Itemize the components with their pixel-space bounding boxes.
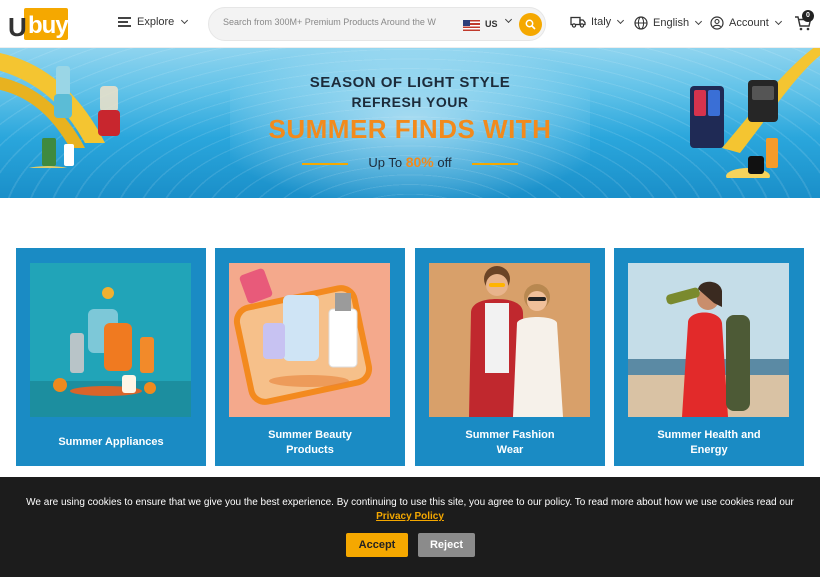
banner-discount: Up To 80% off	[0, 154, 820, 170]
category-label-line-1: Summer Beauty	[268, 429, 352, 441]
country-selector[interactable]: US	[485, 19, 498, 29]
account-menu[interactable]: Account	[710, 16, 782, 30]
account-label: Account	[729, 17, 769, 29]
discount-prefix: Up To	[368, 155, 403, 170]
top-header: U buy Explore US Italy	[0, 0, 820, 48]
search-input[interactable]	[223, 17, 447, 27]
promo-banner[interactable]: SEASON OF LIGHT STYLE REFRESH YOUR SUMME…	[0, 48, 820, 198]
truck-icon	[570, 16, 586, 28]
chevron-down-icon	[774, 17, 782, 26]
reject-cookies-button[interactable]: Reject	[418, 533, 475, 557]
search-icon	[525, 19, 536, 30]
ship-to-selector[interactable]: Italy	[570, 16, 625, 28]
explore-label: Explore	[137, 16, 175, 28]
language-selector[interactable]: English	[634, 16, 703, 30]
cookie-text: We are using cookies to ensure that we g…	[26, 497, 794, 508]
chevron-down-icon	[181, 16, 189, 25]
beauty-image	[229, 263, 390, 417]
menu-icon	[118, 17, 131, 27]
fashion-image	[429, 263, 590, 417]
logo-letter: U	[8, 12, 27, 42]
cookie-message: We are using cookies to ensure that we g…	[18, 496, 802, 524]
cart-count-badge: 0	[802, 10, 814, 22]
cookie-consent-bar: We are using cookies to ensure that we g…	[0, 477, 820, 577]
category-label-line-2: Energy	[690, 444, 728, 456]
category-card-beauty[interactable]: Summer Beauty Products	[215, 248, 405, 466]
category-label-line-2: Wear	[496, 444, 524, 456]
logo-text: buy	[28, 12, 69, 39]
category-card-appliances[interactable]: Summer Appliances	[16, 248, 206, 466]
ubuy-logo[interactable]: U buy	[8, 8, 69, 42]
category-card-fashion[interactable]: Summer Fashion Wear	[415, 248, 605, 466]
chevron-down-icon	[617, 16, 625, 25]
discount-percent: 80%	[405, 154, 434, 170]
banner-headline: SUMMER FINDS WITH	[268, 114, 552, 144]
category-label-line-1: Summer Health and	[657, 429, 761, 441]
us-flag-icon	[463, 20, 480, 31]
discount-suffix: off	[437, 155, 452, 170]
category-label-line-1: Summer Fashion	[465, 429, 555, 441]
category-label-line-2: Products	[286, 444, 334, 456]
chevron-down-icon	[504, 15, 513, 24]
user-icon	[710, 16, 724, 30]
search-bar: US	[208, 7, 546, 41]
search-button[interactable]	[519, 13, 542, 36]
category-label: Summer Appliances	[58, 436, 164, 448]
banner-line-1: SEASON OF LIGHT STYLE	[309, 74, 511, 91]
category-card-health[interactable]: Summer Health and Energy	[614, 248, 804, 466]
accept-cookies-button[interactable]: Accept	[346, 533, 408, 557]
explore-menu[interactable]: Explore	[118, 16, 189, 28]
language-label: English	[653, 17, 690, 29]
chevron-down-icon	[695, 17, 703, 26]
appliances-image	[30, 263, 191, 417]
privacy-policy-link[interactable]: Privacy Policy	[376, 511, 444, 522]
banner-line-2: REFRESH YOUR	[351, 94, 469, 110]
globe-icon	[634, 16, 648, 30]
ship-to-label: Italy	[591, 16, 612, 28]
health-image	[628, 263, 789, 417]
